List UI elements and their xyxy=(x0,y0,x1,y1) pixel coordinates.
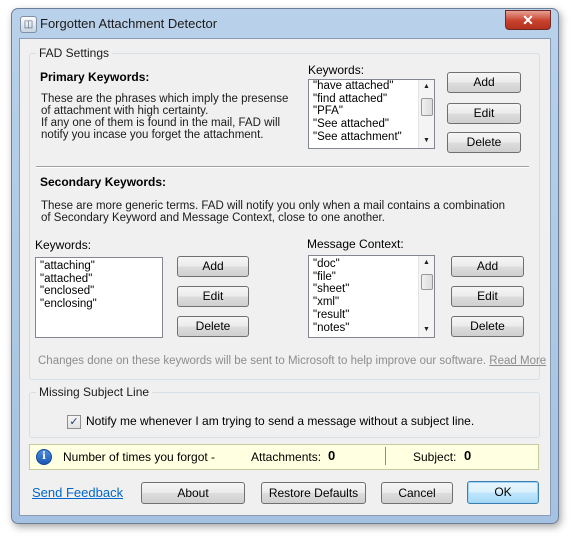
list-item[interactable]: "find attached" xyxy=(309,93,434,106)
info-icon: i xyxy=(36,449,52,465)
scroll-up-icon[interactable]: ▲ xyxy=(419,256,434,270)
secondary-keywords-list[interactable]: "attaching" "attached" "enclosed" "enclo… xyxy=(35,257,163,338)
primary-keywords-list-label: Keywords: xyxy=(308,63,365,77)
message-context-label: Message Context: xyxy=(307,237,404,251)
about-button[interactable]: About xyxy=(141,482,245,504)
list-item[interactable]: "sheet" xyxy=(309,283,434,296)
ok-button[interactable]: OK xyxy=(467,481,539,504)
list-item[interactable]: "PFA" xyxy=(309,105,434,118)
list-item[interactable]: "notes" xyxy=(309,322,434,335)
secondary-keywords-description: These are more generic terms. FAD will n… xyxy=(41,200,506,224)
list-item[interactable]: "result" xyxy=(309,309,434,322)
primary-add-button[interactable]: Add xyxy=(447,72,521,93)
subject-count: 0 xyxy=(464,448,472,463)
message-context-scrollbar[interactable]: ▲ ▼ xyxy=(418,256,434,337)
missing-subject-label: Missing Subject Line xyxy=(36,385,153,399)
close-button[interactable]: ✕ xyxy=(505,10,551,30)
read-more-link[interactable]: Read More xyxy=(489,355,546,367)
context-delete-button[interactable]: Delete xyxy=(451,316,524,337)
privacy-notice-text: Changes done on these keywords will be s… xyxy=(38,355,487,367)
list-item[interactable]: "attached" xyxy=(36,273,162,286)
list-item[interactable]: "enclosing" xyxy=(36,298,162,311)
list-item[interactable]: "attaching" xyxy=(36,260,162,273)
list-item[interactable]: "doc" xyxy=(309,258,434,271)
scroll-thumb[interactable] xyxy=(421,98,433,116)
keywords-privacy-notice: Changes done on these keywords will be s… xyxy=(38,355,546,367)
subject-label: Subject: xyxy=(413,450,457,464)
list-item[interactable]: "enclosed" xyxy=(36,285,162,298)
section-divider xyxy=(36,166,529,168)
secondary-keywords-heading: Secondary Keywords: xyxy=(40,175,167,189)
scroll-down-icon[interactable]: ▼ xyxy=(419,134,434,148)
forgot-count-label: Number of times you forgot - xyxy=(63,450,216,464)
notify-subject-checkbox[interactable]: ✓ xyxy=(67,415,81,429)
primary-keywords-list[interactable]: "have attached" "find attached" "PFA" "S… xyxy=(308,79,435,149)
notify-subject-label[interactable]: Notify me whenever I am trying to send a… xyxy=(86,414,474,428)
primary-delete-button[interactable]: Delete xyxy=(447,132,521,153)
send-feedback-link[interactable]: Send Feedback xyxy=(32,485,123,500)
scroll-down-icon[interactable]: ▼ xyxy=(419,323,434,337)
message-context-list[interactable]: "doc" "file" "sheet" "xml" "result" "not… xyxy=(308,255,435,338)
restore-defaults-button[interactable]: Restore Defaults xyxy=(261,482,366,504)
context-edit-button[interactable]: Edit xyxy=(451,286,524,307)
app-icon: ◫ xyxy=(20,16,37,33)
context-add-button[interactable]: Add xyxy=(451,256,524,277)
secondary-keywords-list-label: Keywords: xyxy=(35,238,92,252)
secondary-edit-button[interactable]: Edit xyxy=(177,286,249,307)
stats-divider xyxy=(385,447,386,465)
list-item[interactable]: "xml" xyxy=(309,296,434,309)
primary-edit-button[interactable]: Edit xyxy=(447,103,521,124)
list-item[interactable]: "file" xyxy=(309,271,434,284)
list-item[interactable]: "have attached" xyxy=(309,80,434,93)
scroll-up-icon[interactable]: ▲ xyxy=(419,80,434,94)
attachments-count: 0 xyxy=(328,448,336,463)
list-item[interactable]: "See attached" xyxy=(309,118,434,131)
window-title: Forgotten Attachment Detector xyxy=(40,16,218,31)
cancel-button[interactable]: Cancel xyxy=(381,482,453,504)
attachments-label: Attachments: xyxy=(251,450,322,464)
primary-keywords-description: These are the phrases which imply the pr… xyxy=(41,93,289,141)
fad-settings-label: FAD Settings xyxy=(36,46,113,60)
list-item[interactable]: "See attachment" xyxy=(309,131,434,144)
primary-keywords-heading: Primary Keywords: xyxy=(40,70,150,84)
secondary-delete-button[interactable]: Delete xyxy=(177,316,249,337)
primary-keywords-scrollbar[interactable]: ▲ ▼ xyxy=(418,80,434,148)
secondary-add-button[interactable]: Add xyxy=(177,256,249,277)
scroll-thumb[interactable] xyxy=(421,274,433,290)
